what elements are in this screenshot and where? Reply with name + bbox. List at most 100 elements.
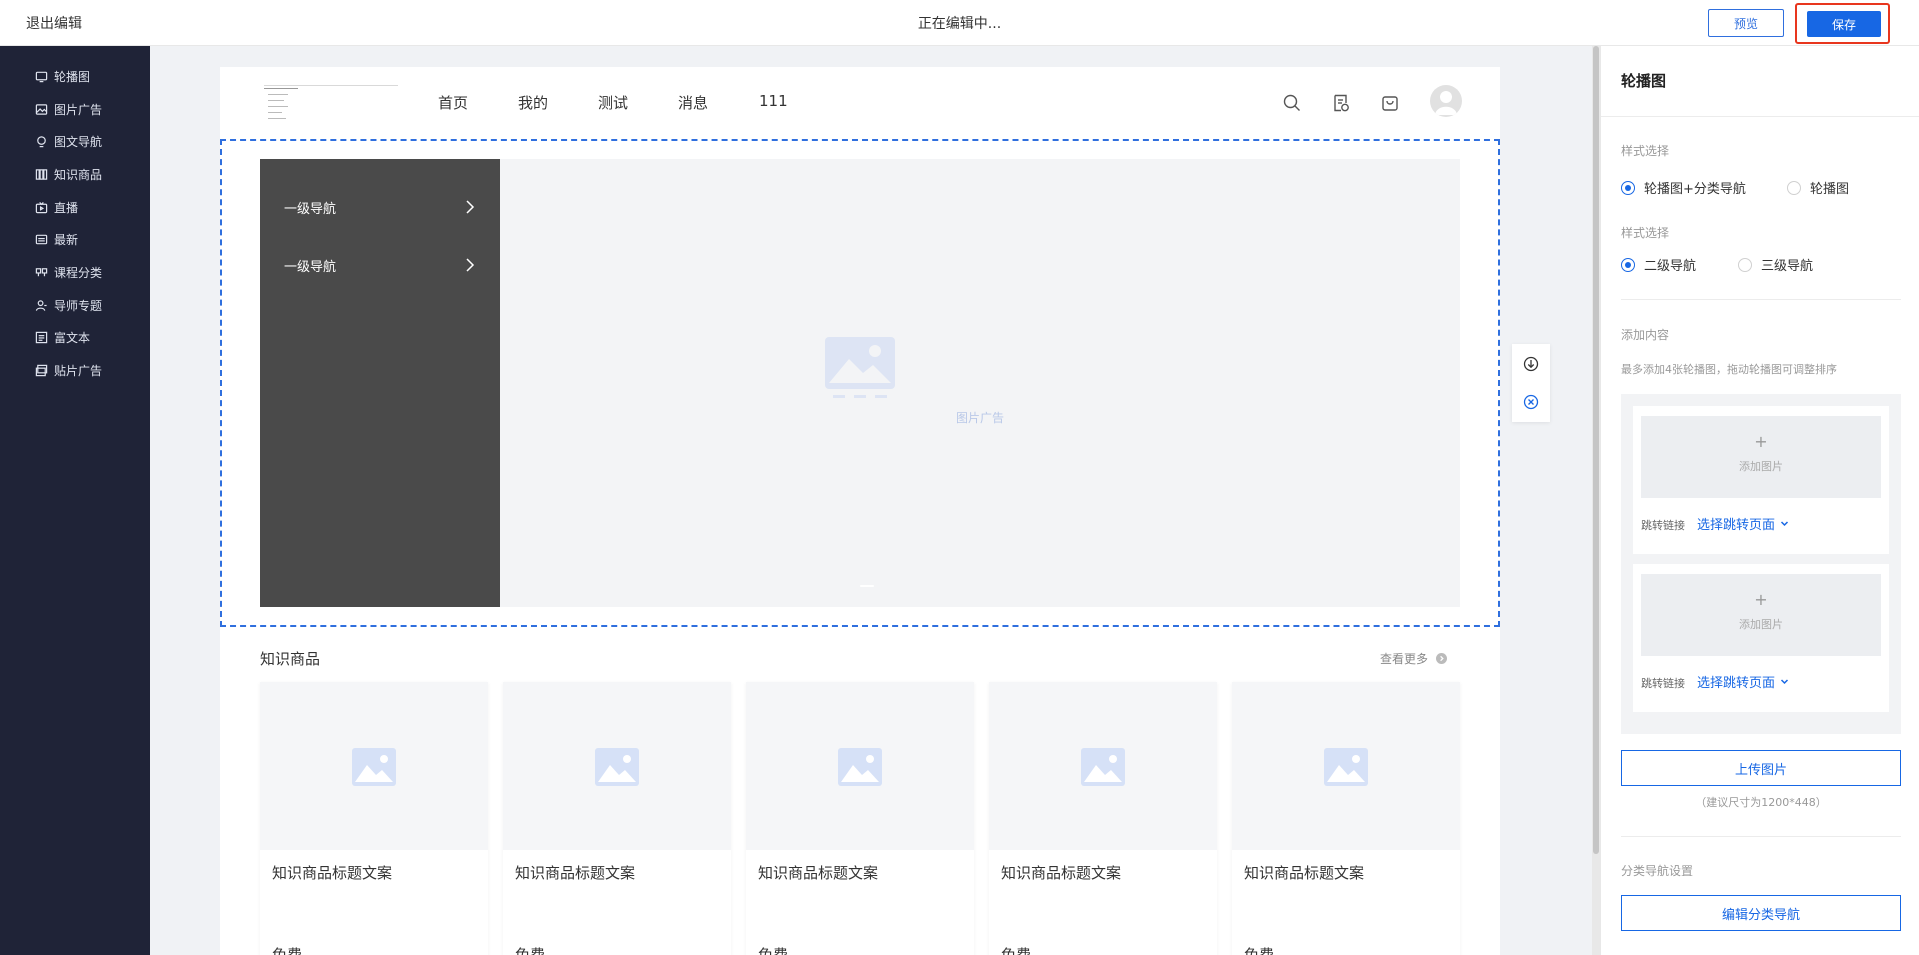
card-title: 知识商品标题文案 <box>1001 864 1122 882</box>
sidebar-item-carousel[interactable]: 轮播图 <box>34 66 90 86</box>
size-tip: （建议尺寸为1200*448） <box>1695 796 1827 809</box>
radio-circle <box>1621 257 1635 272</box>
sidebar-item-richtext[interactable]: 富文本 <box>34 327 90 347</box>
cart-icon[interactable] <box>1380 93 1400 113</box>
sidebar-item-image-ad[interactable]: 图片广告 <box>34 99 102 119</box>
view-more-link[interactable]: 查看更多 <box>1380 650 1448 667</box>
category-nav-item[interactable]: 一级导航 <box>260 187 500 227</box>
upload-image-button[interactable]: 上传图片 <box>1621 750 1901 786</box>
arrow-right-circle-icon <box>1436 653 1448 664</box>
richtext-icon <box>34 330 48 344</box>
chevron-right-icon <box>463 199 477 215</box>
carousel-image-slot[interactable]: + 添加图片 跳转链接 选择跳转页面 <box>1633 406 1889 554</box>
knowledge-card[interactable]: 知识商品标题文案 免费 <box>746 682 974 955</box>
card-title: 知识商品标题文案 <box>515 864 636 882</box>
card-price: 免费 <box>272 946 303 955</box>
link-page-select[interactable]: 选择跳转页面 <box>1697 514 1789 533</box>
books-icon <box>34 167 48 181</box>
link-label: 跳转链接 <box>1641 519 1685 532</box>
top-bar: 退出编辑 正在编辑中... 预览 保存 <box>0 0 1919 46</box>
nav-item-test[interactable]: 测试 <box>598 92 628 113</box>
sidebar-item-label: 图片广告 <box>54 102 103 117</box>
sidebar-item-patch-ad[interactable]: 贴片广告 <box>34 360 102 380</box>
save-button[interactable]: 保存 <box>1807 11 1881 37</box>
sidebar-item-label: 最新 <box>54 232 79 247</box>
sidebar-item-knowledge[interactable]: 知识商品 <box>34 164 102 184</box>
radio-carousel-with-catnav[interactable]: 轮播图+分类导航 <box>1621 178 1746 197</box>
sidebar-item-label: 直播 <box>54 200 79 215</box>
move-down-icon[interactable] <box>1523 356 1539 372</box>
chevron-right-icon <box>463 257 477 273</box>
carousel-image-slot[interactable]: + 添加图片 跳转链接 选择跳转页面 <box>1633 564 1889 712</box>
carousel-module-selected[interactable]: 一级导航 一级导航 图片广告 <box>220 139 1500 627</box>
carousel-indicator[interactable] <box>860 585 874 587</box>
link-label: 跳转链接 <box>1641 677 1685 690</box>
search-icon[interactable] <box>1282 93 1302 113</box>
panel-title: 轮播图 <box>1621 72 1667 90</box>
knowledge-card[interactable]: 知识商品标题文案 免费 <box>1232 682 1460 955</box>
radio-level-three-nav[interactable]: 三级导航 <box>1738 255 1813 274</box>
mentor-icon <box>34 298 48 312</box>
add-content-hint: 最多添加4张轮播图，拖动轮播图可调整排序 <box>1621 363 1837 376</box>
radio-level-two-nav[interactable]: 二级导航 <box>1621 255 1696 274</box>
add-image-button[interactable]: + 添加图片 <box>1641 574 1881 656</box>
add-content-label: 添加内容 <box>1621 328 1670 342</box>
knowledge-card[interactable]: 知识商品标题文案 免费 <box>260 682 488 955</box>
page-preview: 首页 我的 测试 消息 111 一级导航 一级导航 图片广告 知识商品 查看更多… <box>220 67 1500 955</box>
add-image-button[interactable]: + 添加图片 <box>1641 416 1881 498</box>
plus-icon: + <box>1754 432 1768 451</box>
image-placeholder-icon <box>838 748 882 786</box>
sidebar-item-mentor[interactable]: 导师专题 <box>34 295 102 315</box>
divider <box>1621 836 1901 837</box>
image-placeholder-icon <box>825 337 895 398</box>
radio-carousel-only[interactable]: 轮播图 <box>1787 178 1849 197</box>
card-title: 知识商品标题文案 <box>272 864 393 882</box>
avatar[interactable] <box>1430 85 1462 117</box>
sidebar-item-live[interactable]: 直播 <box>34 197 78 217</box>
live-icon <box>34 200 48 214</box>
orders-icon[interactable] <box>1331 93 1351 113</box>
nav-item-mine[interactable]: 我的 <box>518 92 548 113</box>
settings-panel: 轮播图 样式选择 轮播图+分类导航 轮播图 样式选择 二级导航 三级导航 添加内… <box>1600 46 1919 955</box>
link-page-select[interactable]: 选择跳转页面 <box>1697 672 1789 691</box>
exit-edit-link[interactable]: 退出编辑 <box>26 13 82 33</box>
image-placeholder-icon <box>1324 748 1368 786</box>
module-toolbar <box>1512 344 1550 422</box>
nav-item-messages[interactable]: 消息 <box>678 92 708 113</box>
radio-circle <box>1787 180 1801 195</box>
nav-item-home[interactable]: 首页 <box>438 92 468 113</box>
category-nav-item[interactable]: 一级导航 <box>260 245 500 285</box>
chevron-down-icon <box>1780 679 1789 685</box>
card-thumbnail <box>260 682 488 850</box>
preview-button[interactable]: 预览 <box>1708 9 1784 37</box>
nav-item-111[interactable]: 111 <box>759 92 788 110</box>
knowledge-card[interactable]: 知识商品标题文案 免费 <box>989 682 1217 955</box>
image-placeholder-icon <box>1081 748 1125 786</box>
card-thumbnail <box>1232 682 1460 850</box>
card-thumbnail <box>989 682 1217 850</box>
news-icon <box>34 232 48 246</box>
sidebar-item-graphic-nav[interactable]: 图文导航 <box>34 131 102 151</box>
image-placeholder-icon <box>352 748 396 786</box>
scrollbar-thumb[interactable] <box>1593 46 1599 854</box>
save-highlight: 保存 <box>1795 3 1890 44</box>
card-price: 免费 <box>758 946 789 955</box>
radio-circle <box>1621 180 1635 195</box>
knowledge-section-title: 知识商品 <box>260 650 321 668</box>
banner-image-placeholder[interactable]: 图片广告 <box>500 159 1460 607</box>
card-price: 免费 <box>515 946 546 955</box>
site-header: 首页 我的 测试 消息 111 <box>220 67 1500 139</box>
sidebar-item-latest[interactable]: 最新 <box>34 229 78 249</box>
component-sidebar: 轮播图 图片广告 图文导航 知识商品 直播 最新 课程分类 导师专题 富文本 贴… <box>0 46 150 955</box>
carousel-icon <box>34 69 48 83</box>
style-select-label: 样式选择 <box>1621 144 1670 158</box>
sidebar-item-course-category[interactable]: 课程分类 <box>34 262 102 282</box>
card-thumbnail <box>746 682 974 850</box>
editing-status: 正在编辑中... <box>917 16 1002 32</box>
canvas-scrollbar[interactable] <box>1592 46 1600 955</box>
plus-icon: + <box>1754 590 1768 609</box>
knowledge-card[interactable]: 知识商品标题文案 免费 <box>503 682 731 955</box>
delete-icon[interactable] <box>1523 394 1539 410</box>
image-placeholder-icon <box>595 748 639 786</box>
edit-category-nav-button[interactable]: 编辑分类导航 <box>1621 895 1901 931</box>
